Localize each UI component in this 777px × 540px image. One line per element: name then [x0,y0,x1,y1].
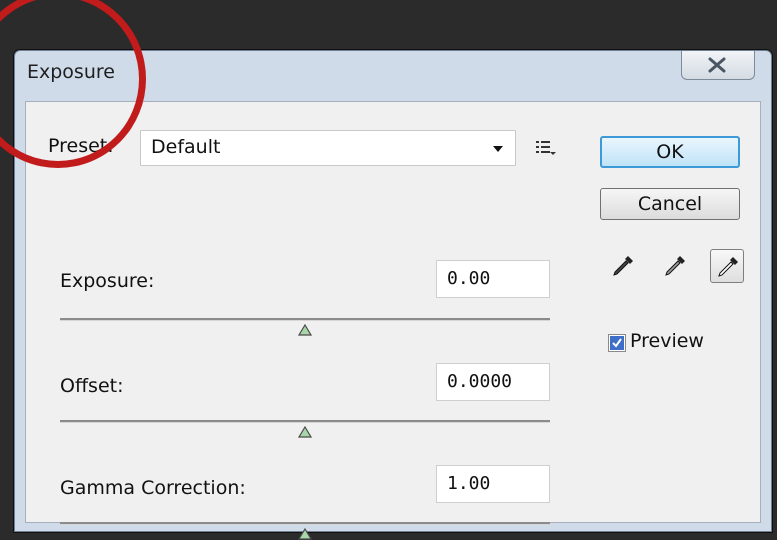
exposure-slider-thumb[interactable] [298,324,312,336]
preset-value: Default [151,136,221,158]
ok-button[interactable]: OK [600,136,740,168]
preset-options-icon[interactable] [536,140,556,160]
chevron-down-icon [493,146,503,152]
dialog-body: Preset: Default Exposure: 0.00 Offset: 0… [25,101,761,540]
gamma-slider[interactable] [60,522,550,540]
offset-slider-thumb[interactable] [298,426,312,438]
white-point-eyedropper-icon [718,257,738,277]
gray-point-eyedropper-button[interactable] [658,249,692,283]
offset-slider[interactable] [60,420,550,438]
preview-checkbox[interactable] [608,334,626,352]
black-point-eyedropper-button[interactable] [606,249,640,283]
black-point-eyedropper-icon [613,256,633,276]
preview-label: Preview [630,330,704,352]
checkmark-icon [610,336,624,350]
gray-point-eyedropper-icon [665,256,685,276]
gamma-slider-thumb[interactable] [298,528,312,540]
white-point-eyedropper-button[interactable] [710,249,744,283]
offset-input[interactable]: 0.0000 [436,363,550,401]
gamma-label: Gamma Correction: [60,477,246,499]
preset-dropdown[interactable]: Default [140,130,516,166]
exposure-input[interactable]: 0.00 [436,260,550,298]
exposure-slider[interactable] [60,318,550,336]
close-button[interactable] [681,51,755,80]
offset-label: Offset: [60,375,124,397]
gamma-input[interactable]: 1.00 [436,465,550,503]
cancel-button[interactable]: Cancel [600,188,740,220]
close-icon [708,57,726,73]
exposure-label: Exposure: [60,270,155,292]
